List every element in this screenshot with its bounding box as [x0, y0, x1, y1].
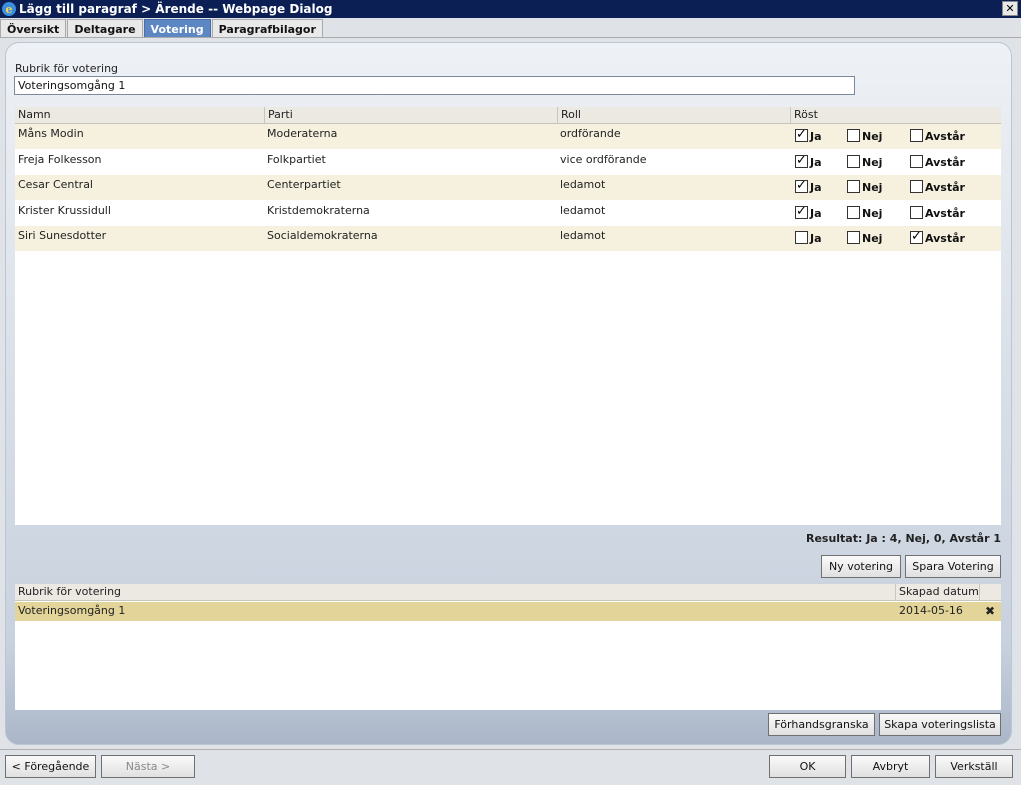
- forhandsgranska-button[interactable]: Förhandsgranska: [768, 713, 875, 736]
- col-skapad-datum[interactable]: Skapad datum: [896, 584, 980, 601]
- vote-avstar-label: Avstår: [925, 155, 965, 169]
- cell-name: Måns Modin: [18, 127, 84, 140]
- vote-avstar-label: Avstår: [925, 206, 965, 220]
- table-row: Siri Sunesdotter Socialdemokraterna ledamo…: [15, 226, 1001, 251]
- rubrik-input[interactable]: [14, 76, 855, 95]
- cell-role: ledamot: [560, 178, 606, 191]
- cell-party: Socialdemokraterna: [267, 229, 378, 242]
- vote-ja-label: Ja: [810, 206, 822, 220]
- col-namn[interactable]: Namn: [15, 107, 265, 124]
- col-roll[interactable]: Roll: [558, 107, 791, 124]
- window-title: Lägg till paragraf > Ärende -- Webpage D…: [19, 2, 333, 16]
- table-row: Krister Krussidull Kristdemokraterna ledam…: [15, 201, 1001, 226]
- vote-avstar-label: Avstår: [925, 232, 965, 245]
- tab-deltagare[interactable]: Deltagare: [67, 19, 143, 38]
- vote-nej-label: Nej: [862, 232, 883, 245]
- vote-nej-label: Nej: [862, 155, 883, 169]
- ny-votering-button[interactable]: Ny votering: [821, 555, 901, 578]
- cell-name: Cesar Central: [18, 178, 93, 191]
- col-actions: [980, 584, 1001, 601]
- vote-avstar-checkbox[interactable]: ✓: [910, 231, 923, 244]
- result-summary: Resultat: Ja : 4, Nej, 0, Avstår 1: [805, 532, 1001, 545]
- col-rost[interactable]: Röst: [791, 107, 1001, 124]
- cell-party: Kristdemokraterna: [267, 203, 370, 217]
- foregaende-button[interactable]: < Föregående: [5, 755, 96, 778]
- vote-ja-checkbox[interactable]: ✓: [795, 180, 808, 193]
- col-parti[interactable]: Parti: [265, 107, 558, 124]
- cell-role: ledamot: [560, 229, 606, 242]
- vote-avstar-label: Avstår: [925, 130, 965, 143]
- vote-nej-label: Nej: [862, 206, 883, 220]
- cell-party: Moderaterna: [267, 127, 338, 140]
- avbryt-button[interactable]: Avbryt: [851, 755, 930, 778]
- ok-button[interactable]: OK: [769, 755, 846, 778]
- cell-name: Krister Krussidull: [18, 203, 111, 217]
- vote-ja-label: Ja: [810, 181, 822, 194]
- votes-table: Namn Parti Roll Röst Måns Modin Moderater…: [15, 107, 1001, 525]
- history-table: Rubrik för votering Skapad datum Voterin…: [15, 584, 1001, 710]
- delete-icon[interactable]: ✖: [982, 602, 995, 621]
- vote-avstar-checkbox[interactable]: [910, 205, 923, 219]
- vote-nej-checkbox[interactable]: [847, 154, 860, 168]
- cell-name: Siri Sunesdotter: [18, 229, 107, 242]
- history-table-header: Rubrik för votering Skapad datum: [15, 584, 1001, 601]
- votes-table-header: Namn Parti Roll Röst: [15, 107, 1001, 124]
- table-row: Cesar Central Centerpartiet ledamot ✓ Ja Nej A…: [15, 175, 1001, 200]
- skapa-voteringslista-button[interactable]: Skapa voteringslista: [879, 713, 1001, 736]
- cell-party: Centerpartiet: [267, 178, 341, 191]
- vote-ja-label: Ja: [810, 130, 822, 143]
- table-row: Måns Modin Moderaterna ordförande ✓ Ja Nej Avs…: [15, 124, 1001, 149]
- tab-oversikt[interactable]: Översikt: [0, 19, 67, 38]
- cell-name: Freja Folkesson: [18, 152, 102, 166]
- vote-ja-checkbox[interactable]: ✓: [795, 129, 808, 142]
- window-title-bar: e Lägg till paragraf > Ärende -- Webpage…: [0, 0, 1021, 18]
- vote-avstar-checkbox[interactable]: [910, 129, 923, 142]
- tab-divider: [0, 37, 1021, 38]
- footer-divider: [0, 749, 1021, 750]
- vote-nej-checkbox[interactable]: [847, 129, 860, 142]
- history-datum: 2014-05-16: [899, 604, 963, 617]
- vote-ja-checkbox[interactable]: ✓: [795, 205, 808, 219]
- cell-role: ledamot: [560, 203, 606, 217]
- cell-role: ordförande: [560, 127, 621, 140]
- verkstall-button[interactable]: Verkställ: [935, 755, 1013, 778]
- table-row: Freja Folkesson Folkpartiet vice ordförand…: [15, 150, 1001, 175]
- vote-avstar-label: Avstår: [925, 181, 965, 194]
- vote-nej-label: Nej: [862, 181, 883, 194]
- close-icon[interactable]: ✕: [1002, 1, 1018, 16]
- vote-nej-checkbox[interactable]: [847, 231, 860, 244]
- vote-ja-label: Ja: [810, 232, 822, 245]
- tab-paragrafbilagor[interactable]: Paragrafbilagor: [211, 19, 323, 38]
- history-row[interactable]: Voteringsomgång 1 2014-05-16 ✖: [15, 602, 1001, 621]
- vote-avstar-checkbox[interactable]: [910, 154, 923, 168]
- tab-strip: Översikt Deltagare Votering Paragrafbila…: [0, 19, 324, 38]
- vote-avstar-checkbox[interactable]: [910, 180, 923, 193]
- rubrik-label: Rubrik för votering: [15, 62, 119, 75]
- vote-nej-checkbox[interactable]: [847, 205, 860, 219]
- vote-nej-label: Nej: [862, 130, 883, 143]
- col-rubrik[interactable]: Rubrik för votering: [15, 584, 896, 601]
- vote-ja-checkbox[interactable]: ✓: [795, 154, 808, 168]
- tab-votering[interactable]: Votering: [143, 19, 211, 38]
- nasta-button[interactable]: Nästa >: [101, 755, 195, 778]
- ie-icon: e: [2, 2, 16, 16]
- vote-nej-checkbox[interactable]: [847, 180, 860, 193]
- vote-ja-checkbox[interactable]: [795, 231, 808, 244]
- spara-votering-button[interactable]: Spara Votering: [905, 555, 1001, 578]
- cell-party: Folkpartiet: [267, 152, 326, 166]
- cell-role: vice ordförande: [560, 152, 647, 166]
- vote-ja-label: Ja: [810, 155, 822, 169]
- history-rubrik: Voteringsomgång 1: [18, 604, 126, 617]
